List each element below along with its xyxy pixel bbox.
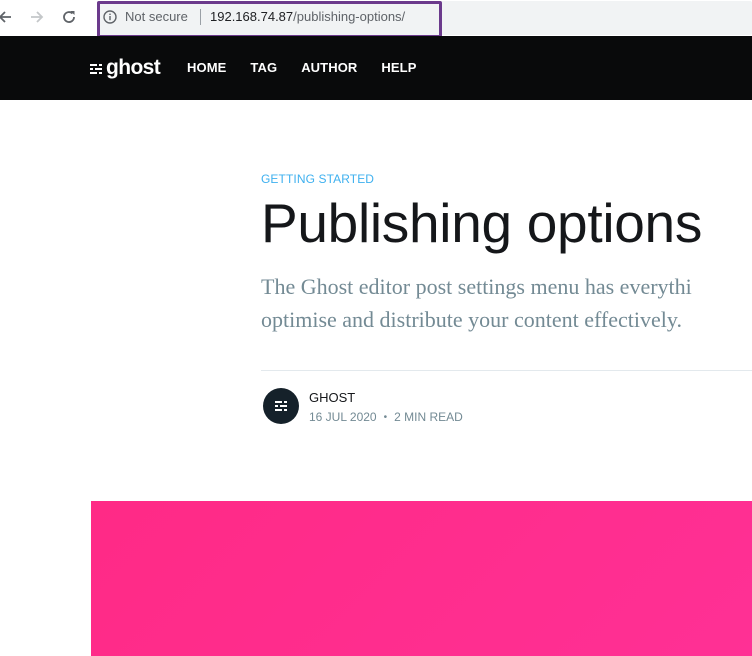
security-status[interactable]: Not secure [125, 9, 188, 25]
url-host: 192.168.74.87 [210, 9, 294, 24]
arrow-left-icon [0, 11, 11, 23]
url-path: /publishing-options/ [293, 9, 406, 24]
arrow-right-icon [31, 11, 44, 23]
url-text[interactable]: 192.168.74.87/publishing-options/ [210, 9, 405, 25]
post-meta: 16 JUL 2020 • 2 MIN READ [309, 410, 463, 424]
forward-button[interactable] [26, 6, 48, 28]
post-excerpt-line-1: The Ghost editor post settings menu has … [261, 274, 692, 299]
author-avatar[interactable] [263, 388, 299, 424]
post-excerpt: The Ghost editor post settings menu has … [261, 270, 692, 336]
reload-icon [63, 11, 75, 23]
ghost-logo-icon [90, 64, 102, 74]
post-divider [261, 370, 752, 371]
address-bar[interactable] [97, 1, 752, 35]
author-name[interactable]: GHOST [309, 390, 355, 405]
address-divider [200, 9, 201, 25]
site-header: ghost HOME TAG AUTHOR HELP [0, 36, 752, 100]
nav-link-author[interactable]: AUTHOR [301, 60, 357, 76]
reload-button[interactable] [58, 6, 80, 28]
meta-separator: • [383, 411, 388, 423]
site-logo[interactable]: ghost [90, 56, 161, 80]
post-title: Publishing options [261, 192, 703, 254]
browser-toolbar: Not secure 192.168.74.87/publishing-opti… [0, 0, 752, 38]
info-icon[interactable] [103, 10, 117, 24]
post-excerpt-line-2: optimise and distribute your content eff… [261, 307, 682, 332]
logo-text: ghost [106, 56, 161, 79]
nav-link-tag[interactable]: TAG [250, 60, 277, 76]
back-button[interactable] [0, 6, 16, 28]
post-date: 16 JUL 2020 [309, 410, 377, 424]
feature-image [91, 501, 752, 656]
main-nav: HOME TAG AUTHOR HELP [187, 60, 440, 76]
ghost-logo-icon [275, 401, 287, 411]
post-tag[interactable]: GETTING STARTED [261, 172, 374, 186]
nav-link-help[interactable]: HELP [381, 60, 416, 76]
nav-link-home[interactable]: HOME [187, 60, 226, 76]
reading-time: 2 MIN READ [394, 410, 463, 424]
